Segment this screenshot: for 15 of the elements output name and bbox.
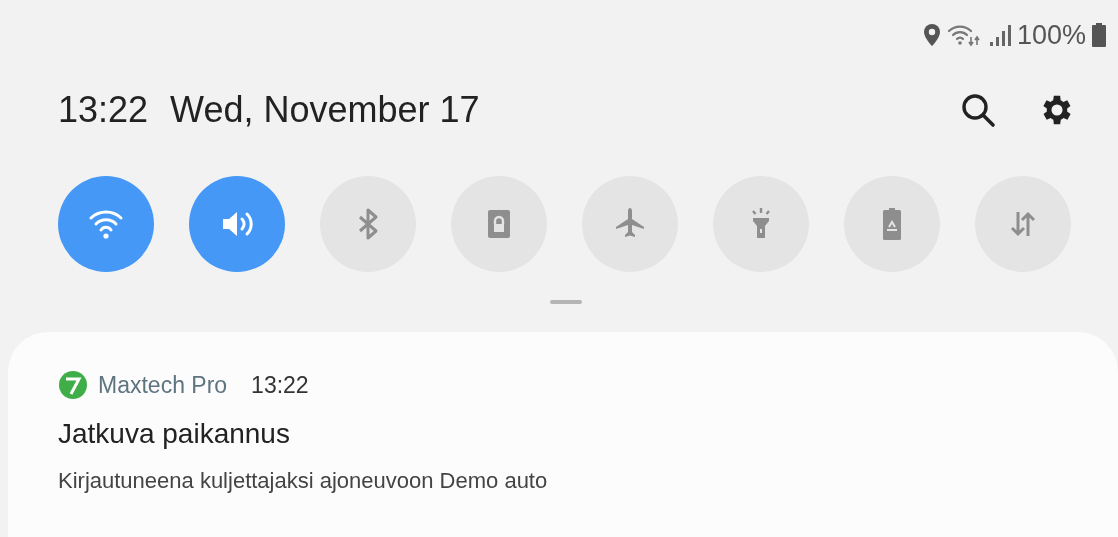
search-icon[interactable] <box>960 92 996 128</box>
battery-percent: 100% <box>1016 19 1086 51</box>
wifi-icon <box>946 23 983 47</box>
battery-icon <box>1092 23 1106 47</box>
signal-icon <box>988 23 1011 47</box>
app-name: Maxtech Pro <box>98 371 228 399</box>
drag-handle[interactable] <box>550 300 582 304</box>
clock-time: 13:22 <box>58 89 149 131</box>
notification-text: Kirjautuneena kuljettajaksi ajoneuvoon Demo auto <box>58 468 549 494</box>
app-logo-icon <box>58 370 88 400</box>
location-icon <box>922 23 941 47</box>
date-label: Wed, November 17 <box>170 89 480 131</box>
notification-card[interactable]: Maxtech Pro 13:22 Jatkuva paikannus Kirjautuneena kuljettajaksi ajoneuvoon Demo auto <box>8 332 1118 537</box>
notification-title: Jatkuva paikannus <box>58 418 291 450</box>
notification-time: 13:22 <box>251 371 309 399</box>
